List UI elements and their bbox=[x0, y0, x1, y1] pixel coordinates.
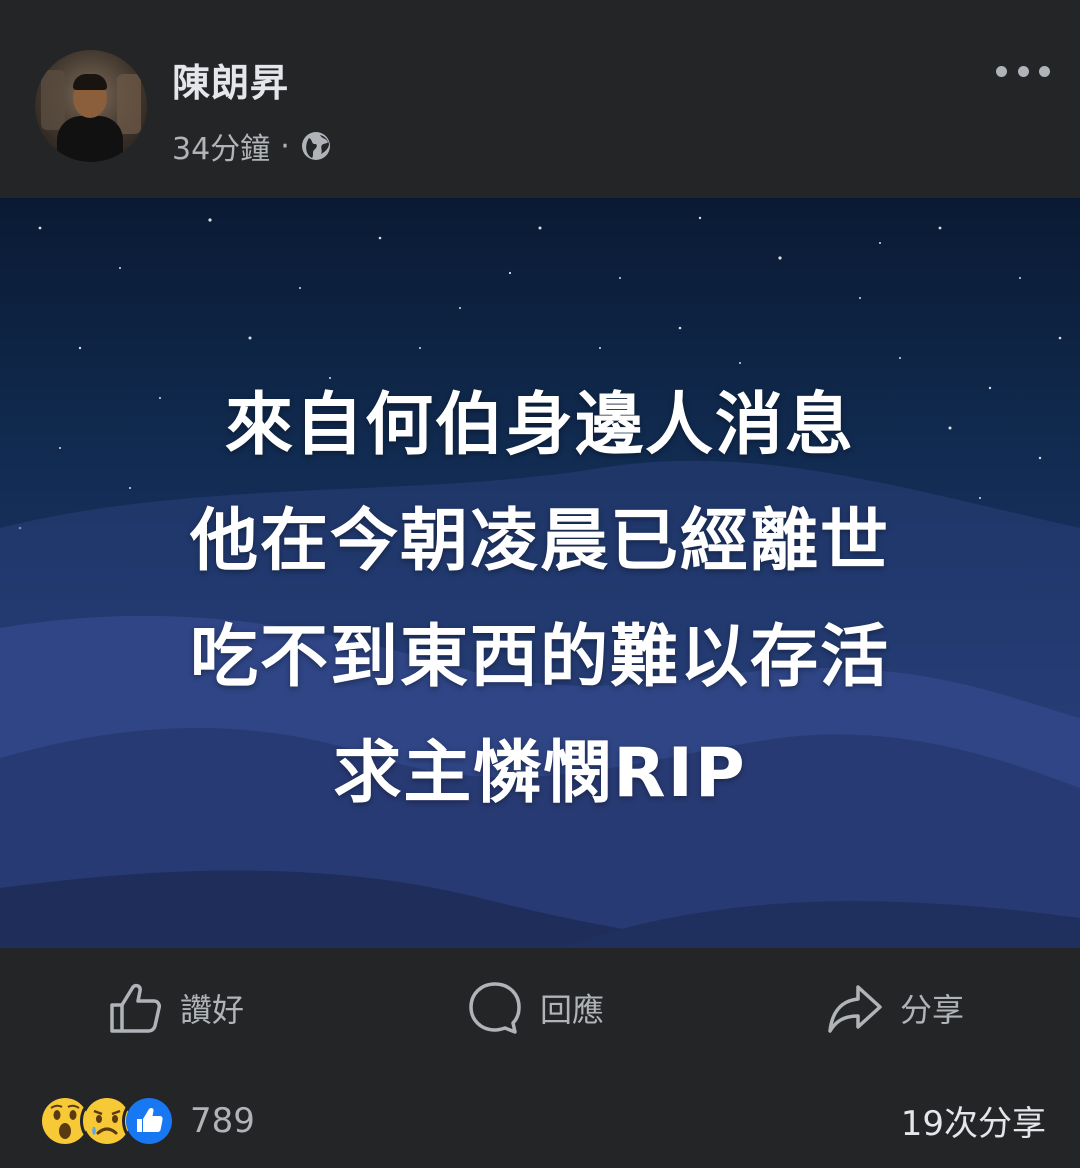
comment-bubble-icon bbox=[469, 982, 521, 1034]
author-avatar[interactable] bbox=[35, 50, 147, 162]
post-time[interactable]: 34分鐘 bbox=[172, 124, 270, 168]
post-actions-bar: 讚好 回應 分享 bbox=[0, 948, 1080, 1078]
comment-label: 回應 bbox=[540, 991, 605, 1029]
like-icon bbox=[122, 1094, 176, 1148]
post-meta: 34分鐘 · bbox=[172, 124, 332, 168]
reaction-count: 789 bbox=[190, 1101, 255, 1141]
caption-line: 來自何伯身邊人消息 bbox=[224, 386, 855, 465]
like-label: 讚好 bbox=[180, 991, 245, 1029]
share-label: 分享 bbox=[900, 991, 965, 1029]
caption-line: 他在今朝凌晨已經離世 bbox=[189, 502, 890, 581]
like-button[interactable]: 讚好 bbox=[106, 978, 244, 1038]
share-button[interactable]: 分享 bbox=[826, 978, 964, 1038]
caption-line: 求主憐憫RIP bbox=[333, 734, 747, 813]
share-arrow-icon bbox=[828, 985, 882, 1033]
comment-button[interactable]: 回應 bbox=[466, 978, 604, 1038]
globe-icon bbox=[301, 132, 330, 160]
post-image-caption: 來自何伯身邊人消息 他在今朝凌晨已經離世 吃不到東西的難以存活 求主憐憫RIP bbox=[0, 368, 1080, 832]
author-name[interactable]: 陳朗昇 bbox=[172, 52, 289, 107]
post-footer: 789 19次分享 bbox=[0, 1078, 1080, 1168]
share-count[interactable]: 19次分享 bbox=[901, 1096, 1046, 1145]
post-header: 陳朗昇 34分鐘 · bbox=[0, 0, 1080, 198]
more-options-icon[interactable] bbox=[996, 60, 1050, 82]
meta-separator: · bbox=[280, 128, 290, 164]
caption-line: 吃不到東西的難以存活 bbox=[189, 618, 890, 697]
reactions-summary[interactable]: 789 bbox=[38, 1094, 255, 1148]
post-image[interactable]: 來自何伯身邊人消息 他在今朝凌晨已經離世 吃不到東西的難以存活 求主憐憫RIP bbox=[0, 198, 1080, 948]
thumbs-up-icon bbox=[110, 983, 161, 1033]
